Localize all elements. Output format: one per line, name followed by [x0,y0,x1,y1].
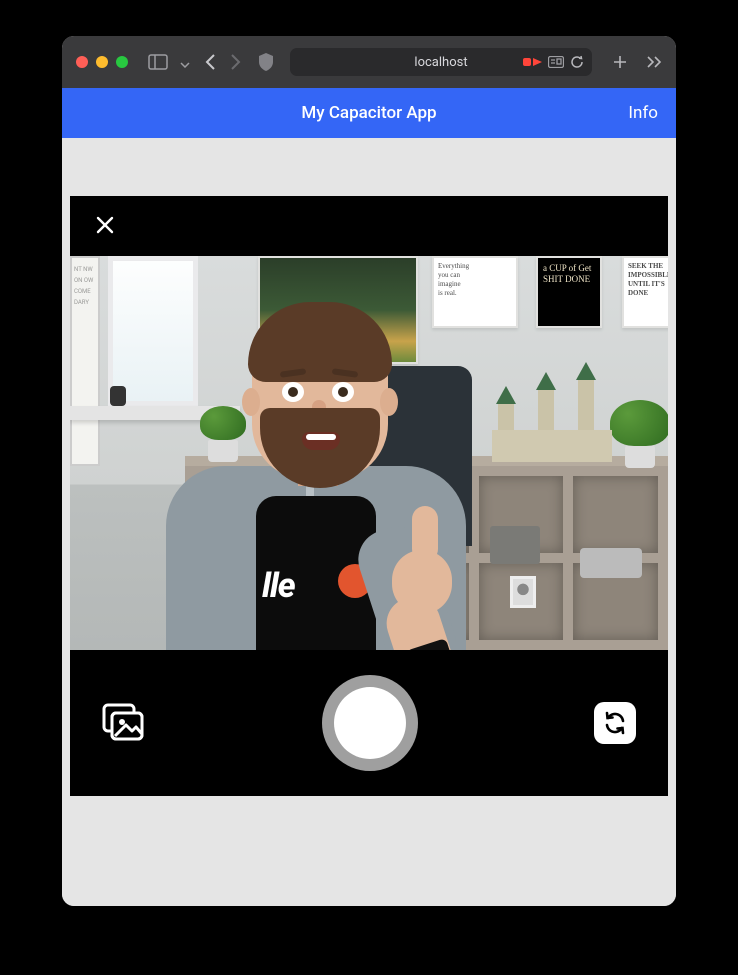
sidebar-toggle-icon[interactable] [148,54,168,70]
flip-camera-icon[interactable] [594,702,636,744]
person-thumbs-up: lle [156,296,486,650]
app-header: My Capacitor App Info [62,88,676,138]
traffic-lights [76,56,128,68]
reload-icon[interactable] [570,55,584,69]
poster-seek: SEEK THE IMPOSSIBLE UNTIL IT'S DONE [622,256,668,328]
shutter-icon [334,687,406,759]
traffic-close-icon[interactable] [76,56,88,68]
info-button[interactable]: Info [628,103,658,123]
url-text: localhost [414,55,467,70]
privacy-shield-icon[interactable] [258,53,274,71]
close-icon[interactable] [94,214,116,240]
camera-topbar [70,196,668,256]
reader-icon[interactable] [548,56,564,68]
browser-toolbar: localhost [62,36,676,88]
traffic-minimize-icon[interactable] [96,56,108,68]
poster-cup: a CUP of Get SHIT DONE [536,256,602,328]
address-bar[interactable]: localhost [290,48,592,76]
nav-back-icon[interactable] [204,53,216,71]
shutter-button[interactable] [322,675,418,771]
new-tab-icon[interactable] [612,54,628,70]
chevron-down-icon[interactable] [180,53,190,72]
page-title: My Capacitor App [301,103,436,123]
lego-castle [492,396,612,462]
gallery-icon[interactable] [102,703,146,743]
tab-overflow-icon[interactable] [646,55,662,69]
browser-window: localhost My Capacitor App Info [62,36,676,906]
camera-modal: NT NW ON OW COME DARY Everything you can… [70,196,668,796]
app-viewport: My Capacitor App Info NT NW ON OW COME D… [62,88,676,906]
nav-forward-icon [230,53,242,71]
camera-preview-scene: NT NW ON OW COME DARY Everything you can… [70,256,668,650]
recording-indicator-icon[interactable] [523,58,542,66]
camera-viewfinder: NT NW ON OW COME DARY Everything you can… [70,256,668,650]
camera-controls [70,650,668,796]
traffic-zoom-icon[interactable] [116,56,128,68]
